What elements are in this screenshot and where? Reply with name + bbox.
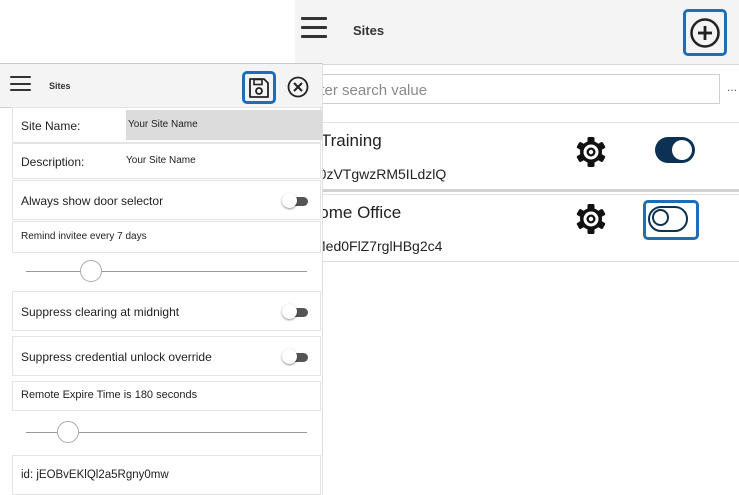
gear-icon[interactable] [573, 201, 609, 237]
always-show-door-selector-label: Always show door selector [21, 194, 164, 208]
add-site-button[interactable] [683, 9, 727, 56]
site-name-field[interactable]: Your Site Name [126, 110, 322, 140]
site-id: f10zVTgwzRM5ILdzlQ [307, 166, 447, 182]
hamburger-menu-icon[interactable] [10, 76, 31, 96]
slider-thumb[interactable] [57, 421, 80, 443]
always-show-door-selector-toggle[interactable] [282, 193, 308, 208]
hamburger-menu-icon[interactable] [301, 17, 327, 44]
site-enabled-toggle[interactable] [655, 137, 695, 163]
page-title: Sites [49, 81, 71, 91]
site-list-item[interactable]: 5 Training f10zVTgwzRM5ILdzlQ [295, 122, 739, 192]
site-id: cMed0FlZ7rglHBg2c4 [307, 238, 443, 254]
suppress-credential-unlock-label: Suppress credential unlock override [21, 350, 212, 364]
remote-expire-slider-row [12, 412, 321, 454]
site-name-label: Site Name: [21, 119, 81, 133]
suppress-clearing-row: Suppress clearing at midnight [12, 291, 321, 331]
gear-icon[interactable] [573, 134, 609, 170]
site-settings-header: Sites [0, 64, 322, 108]
save-icon [249, 77, 269, 98]
description-row: Description: Your Site Name [12, 143, 321, 179]
suppress-credential-unlock-toggle[interactable] [282, 349, 308, 364]
remind-invitee-label: Remind invitee every 7 days [21, 231, 147, 242]
always-show-door-selector-row: Always show door selector [12, 180, 321, 220]
site-enabled-toggle[interactable] [648, 206, 688, 232]
remind-invitee-row: Remind invitee every 7 days [12, 221, 321, 253]
suppress-clearing-toggle[interactable] [282, 304, 308, 319]
site-id-text: id: jEOBvEKlQl2a5Rgny0mw [21, 469, 169, 481]
sites-list-header: Sites [295, 0, 739, 65]
site-name-row: Site Name: Your Site Name [12, 107, 322, 143]
remote-expire-row: Remote Expire Time is 180 seconds [12, 381, 321, 411]
more-options[interactable]: ... [727, 80, 737, 94]
add-circle-icon [690, 17, 720, 48]
suppress-credential-unlock-row: Suppress credential unlock override [12, 336, 321, 376]
slider-thumb[interactable] [79, 260, 102, 282]
suppress-clearing-label: Suppress clearing at midnight [21, 305, 180, 319]
search-box [295, 74, 720, 104]
search-input[interactable] [300, 78, 704, 102]
page-title: Sites [353, 23, 385, 38]
description-label: Description: [21, 155, 85, 169]
remind-invitee-slider-row [12, 254, 321, 290]
site-settings-screen: Sites Site Name: Your Site Name Descript… [0, 63, 323, 495]
close-circle-icon[interactable] [287, 76, 309, 98]
save-button[interactable] [242, 71, 276, 104]
site-id-row: id: jEOBvEKlQl2a5Rgny0mw [12, 455, 321, 495]
remote-expire-label: Remote Expire Time is 180 seconds [21, 389, 198, 401]
remind-invitee-slider[interactable] [26, 260, 307, 284]
description-field[interactable]: Your Site Name [126, 155, 196, 166]
remote-expire-slider[interactable] [26, 421, 307, 445]
sites-list-screen: Sites ... 5 Training f10zVTgwzRM5ILdzlQ [295, 0, 739, 494]
